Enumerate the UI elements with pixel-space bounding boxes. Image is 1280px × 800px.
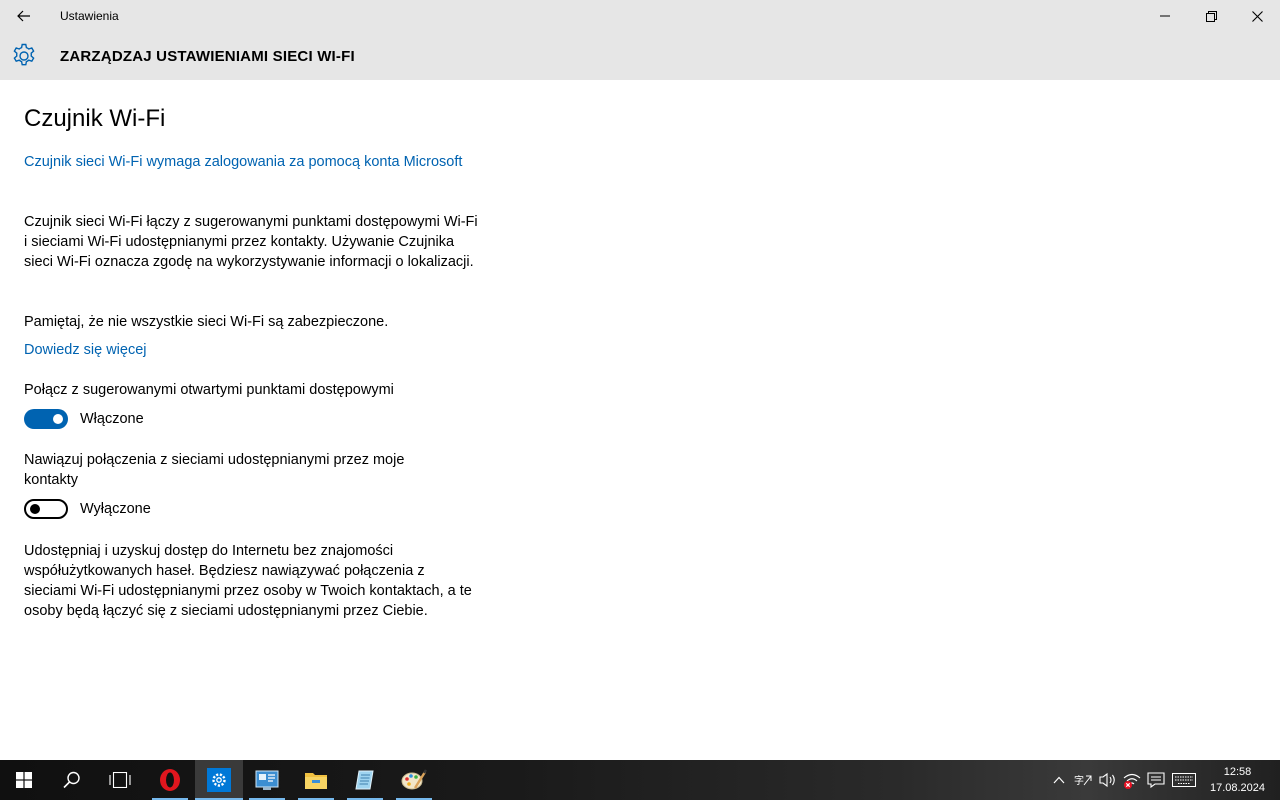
restore-button[interactable] (1188, 0, 1234, 32)
contacts-networks-toggle-row: Wyłączone (24, 499, 151, 519)
task-view-button[interactable] (96, 760, 144, 800)
notepad-taskbar-button[interactable] (341, 760, 389, 800)
clock[interactable]: 12:58 17.08.2024 (1200, 764, 1275, 796)
control-panel-taskbar-button[interactable] (243, 760, 291, 800)
touch-keyboard-button[interactable] (1170, 770, 1198, 790)
app-title: Ustawienia (60, 9, 119, 23)
file-explorer-icon (305, 773, 327, 789)
open-hotspots-toggle[interactable] (24, 409, 68, 429)
svg-text:字: 字 (1074, 774, 1084, 787)
sharing-description: Udostępniaj i uzyskuj dostęp do Internet… (24, 543, 472, 619)
restore-icon (1205, 10, 1217, 22)
wifi-sense-description: Czujnik sieci Wi-Fi łączy z sugerowanymi… (24, 214, 478, 270)
open-hotspots-toggle-row: Włączone (24, 409, 144, 429)
language-tray-button[interactable]: 字 (1072, 770, 1094, 790)
wifi-disconnected-icon (1123, 773, 1141, 789)
opera-taskbar-button[interactable] (146, 760, 194, 800)
network-tray-button[interactable] (1121, 770, 1143, 790)
toggle-knob (53, 414, 63, 424)
taskbar: 字 12:58 17.08.2024 (0, 760, 1280, 800)
contacts-networks-state: Wyłączone (80, 501, 151, 517)
back-button[interactable] (0, 0, 48, 32)
settings-taskbar-button[interactable] (195, 760, 243, 800)
task-view-icon (109, 772, 131, 788)
page-title: ZARZĄDZAJ USTAWIENIAMI SIECI WI-FI (60, 48, 355, 65)
settings-header: ZARZĄDZAJ USTAWIENIAMI SIECI WI-FI (0, 32, 1280, 80)
minimize-button[interactable] (1142, 0, 1188, 32)
windows-logo-icon (16, 772, 32, 788)
control-panel-icon (255, 770, 279, 790)
paint-icon (401, 769, 427, 790)
learn-more-link[interactable]: Dowiedz się więcej (24, 340, 147, 360)
opera-icon (160, 769, 180, 791)
open-hotspots-label: Połącz z sugerowanymi otwartymi punktami… (24, 382, 394, 398)
open-hotspots-state: Włączone (80, 411, 144, 427)
contacts-networks-toggle[interactable] (24, 499, 68, 519)
notifications-icon (1147, 772, 1165, 788)
notepad-icon (355, 770, 374, 790)
keyboard-icon (1172, 773, 1196, 787)
contacts-networks-label: Nawiązuj połączenia z sieciami udostępni… (24, 452, 405, 488)
clock-time: 12:58 (1223, 766, 1252, 778)
show-hidden-icons-button[interactable] (1048, 770, 1070, 790)
speaker-icon (1099, 772, 1115, 788)
start-button[interactable] (0, 760, 48, 800)
search-icon (63, 771, 80, 789)
clock-date: 17.08.2024 (1209, 782, 1266, 794)
paint-taskbar-button[interactable] (390, 760, 438, 800)
title-bar: Ustawienia (0, 0, 1280, 32)
search-button[interactable] (48, 760, 96, 800)
close-icon (1251, 10, 1263, 22)
action-center-button[interactable] (1145, 770, 1167, 790)
volume-tray-button[interactable] (1097, 770, 1119, 790)
file-explorer-taskbar-button[interactable] (292, 760, 340, 800)
language-keyboard-icon: 字 (1074, 774, 1092, 787)
close-button[interactable] (1234, 0, 1280, 32)
back-arrow-icon (17, 10, 30, 22)
security-note: Pamiętaj, że nie wszystkie sieci Wi-Fi s… (24, 314, 389, 330)
gear-icon (13, 43, 35, 66)
chevron-up-icon (1053, 776, 1065, 784)
settings-icon (207, 768, 231, 792)
microsoft-account-link[interactable]: Czujnik sieci Wi-Fi wymaga zalogowania z… (24, 152, 464, 172)
toggle-knob (30, 504, 40, 514)
section-title: Czujnik Wi-Fi (24, 105, 166, 132)
minimize-icon (1160, 15, 1170, 17)
